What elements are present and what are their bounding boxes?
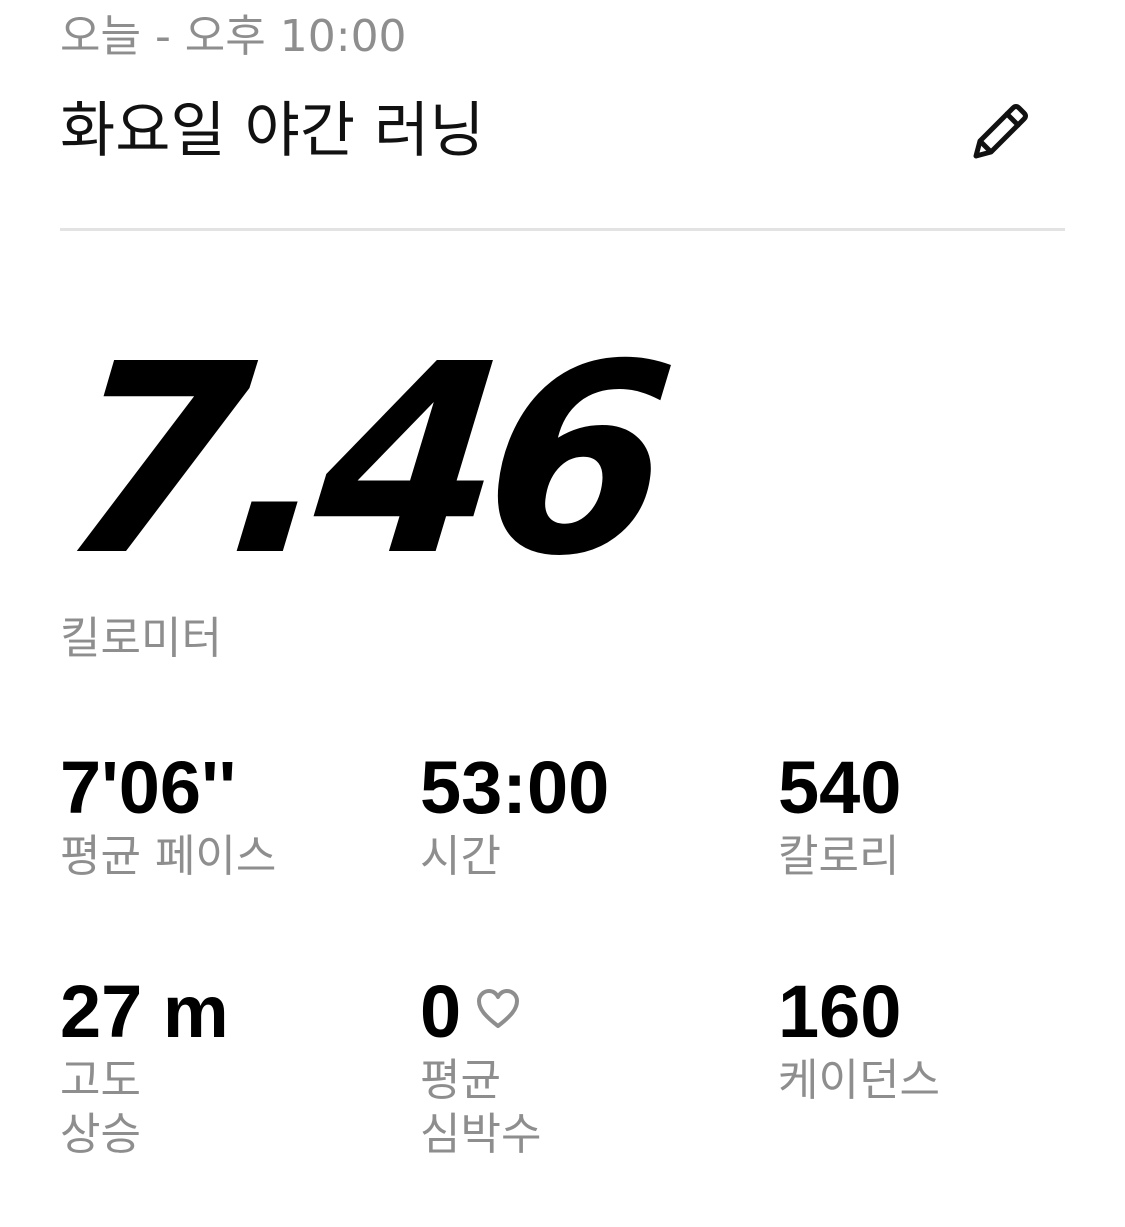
stat-cadence: 160 케이던스 bbox=[778, 972, 1118, 1108]
stat-elevation-gain: 27 m 고도 상승 bbox=[60, 972, 400, 1162]
distance-value: 7.46 bbox=[49, 308, 673, 613]
edit-title-button[interactable] bbox=[962, 96, 1038, 168]
stat-label: 평균 페이스 bbox=[60, 831, 277, 882]
stat-average-pace: 7'06'' 평균 페이스 bbox=[60, 748, 400, 884]
header-divider bbox=[60, 228, 1065, 231]
stat-value-row: 0 bbox=[420, 972, 760, 1052]
stat-label: 시간 bbox=[420, 831, 501, 882]
stat-value: 0 bbox=[420, 970, 462, 1053]
pencil-icon bbox=[973, 104, 1028, 159]
stat-label: 케이던스 bbox=[778, 1055, 940, 1106]
stat-value: 540 bbox=[778, 746, 902, 829]
stat-duration: 53:00 시간 bbox=[420, 748, 760, 884]
distance-unit-label: 킬로미터 bbox=[60, 613, 222, 664]
stat-value: 160 bbox=[778, 970, 902, 1053]
activity-title: 화요일 야간 러닝 bbox=[60, 96, 485, 166]
stat-label: 평균 심박수 bbox=[420, 1055, 542, 1160]
stat-value: 27 m bbox=[60, 970, 229, 1053]
stat-value: 7'06'' bbox=[60, 746, 237, 829]
heart-outline-icon bbox=[475, 988, 521, 1030]
stat-label: 칼로리 bbox=[778, 831, 900, 882]
activity-timestamp: 오늘 - 오후 10:00 bbox=[60, 11, 407, 62]
stat-calories: 540 칼로리 bbox=[778, 748, 1118, 884]
stat-label: 고도 상승 bbox=[60, 1055, 141, 1160]
stat-value: 53:00 bbox=[420, 746, 610, 829]
stat-average-heart-rate: 0 평균 심박수 bbox=[420, 972, 760, 1162]
